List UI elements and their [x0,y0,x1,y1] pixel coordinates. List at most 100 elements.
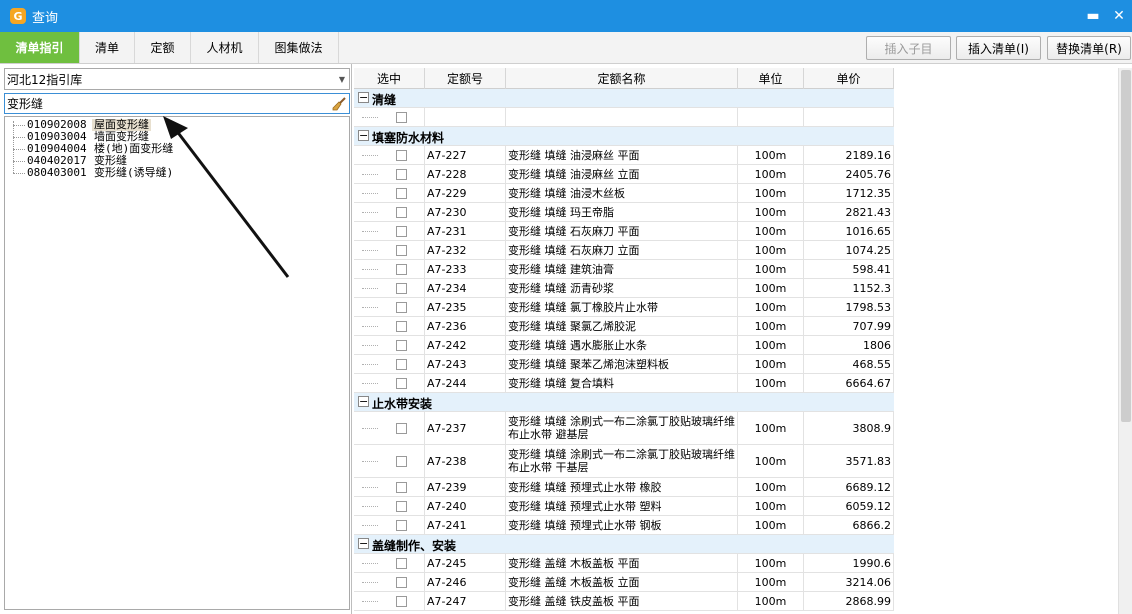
unit-cell [738,108,804,126]
row-checkbox[interactable] [396,320,407,332]
table-row[interactable]: A7-232 变形缝 填缝 石灰麻刀 立面 100m 1074.25 [354,241,894,260]
tab-quota[interactable]: 定额 [135,32,191,63]
broom-clear-icon[interactable] [331,96,347,112]
table-row[interactable]: A7-243 变形缝 填缝 聚苯乙烯泡沫塑料板 100m 468.55 [354,355,894,374]
table-row[interactable]: A7-241 变形缝 填缝 预埋式止水带 钢板 100m 6866.2 [354,516,894,535]
vertical-scrollbar[interactable] [1118,68,1132,614]
quota-name-cell: 变形缝 填缝 油浸麻丝 平面 [506,146,738,164]
table-row[interactable]: A7-246 变形缝 盖缝 木板盖板 立面 100m 3214.06 [354,573,894,592]
row-checkbox[interactable] [396,455,407,467]
unit-price-cell: 2189.16 [804,146,894,164]
quota-code-cell: A7-233 [425,260,506,278]
row-checkbox[interactable] [396,595,407,607]
row-checkbox[interactable] [396,168,407,180]
table-row[interactable]: A7-227 变形缝 填缝 油浸麻丝 平面 100m 2189.16 [354,146,894,165]
table-row[interactable]: A7-231 变形缝 填缝 石灰麻刀 平面 100m 1016.65 [354,222,894,241]
group-row[interactable]: − 盖缝制作、安装 [354,535,894,554]
table-row[interactable]: A7-229 变形缝 填缝 油浸木丝板 100m 1712.35 [354,184,894,203]
quota-name-cell: 变形缝 盖缝 木板盖板 平面 [506,554,738,572]
table-row[interactable]: A7-230 变形缝 填缝 玛王帝脂 100m 2821.43 [354,203,894,222]
table-row[interactable]: A7-239 变形缝 填缝 预埋式止水带 橡胶 100m 6689.12 [354,478,894,497]
unit-cell: 100m [738,516,804,534]
unit-price-cell: 6866.2 [804,516,894,534]
unit-cell: 100m [738,355,804,373]
group-row[interactable]: − 止水带安装 [354,393,894,412]
quota-name-cell: 变形缝 填缝 油浸麻丝 立面 [506,165,738,183]
scrollbar-thumb[interactable] [1121,70,1131,422]
table-row[interactable]: A7-228 变形缝 填缝 油浸麻丝 立面 100m 2405.76 [354,165,894,184]
tab-list[interactable]: 清单 [80,32,135,63]
replace-list-button[interactable]: 替换清单(R) [1047,36,1131,60]
row-checkbox[interactable] [396,377,407,389]
minimize-button[interactable]: ▬ [1080,0,1106,32]
select-cell [354,573,425,591]
table-row[interactable]: A7-242 变形缝 填缝 遇水膨胀止水条 100m 1806 [354,336,894,355]
row-checkbox[interactable] [396,576,407,588]
collapse-toggle-icon[interactable]: − [358,130,369,141]
column-header-price[interactable]: 单价 [804,68,894,89]
row-checkbox[interactable] [396,500,407,512]
tab-labor-material-machine[interactable]: 人材机 [191,32,259,63]
tab-list-guide[interactable]: 清单指引 [0,32,80,63]
table-row[interactable]: A7-244 变形缝 填缝 复合填料 100m 6664.67 [354,374,894,393]
row-checkbox[interactable] [396,111,407,123]
row-checkbox[interactable] [396,206,407,218]
collapse-toggle-icon[interactable]: − [358,92,369,103]
tree-branch [362,326,378,327]
column-header-name[interactable]: 定额名称 [506,68,738,89]
quota-name-cell: 变形缝 盖缝 铁皮盖板 平面 [506,592,738,610]
tree-item[interactable]: 080403001 变形缝(诱导缝) [5,167,335,179]
row-checkbox[interactable] [396,358,407,370]
unit-price-cell: 707.99 [804,317,894,335]
quota-code-cell: A7-239 [425,478,506,496]
row-checkbox[interactable] [396,263,407,275]
quota-name-cell: 变形缝 填缝 沥青砂浆 [506,279,738,297]
column-header-unit[interactable]: 单位 [738,68,804,89]
row-checkbox[interactable] [396,301,407,313]
table-row[interactable]: A7-235 变形缝 填缝 氯丁橡胶片止水带 100m 1798.53 [354,298,894,317]
tree-branch [362,193,378,194]
unit-cell: 100m [738,573,804,591]
row-checkbox[interactable] [396,187,407,199]
row-checkbox[interactable] [396,282,407,294]
row-checkbox[interactable] [396,339,407,351]
row-checkbox[interactable] [396,519,407,531]
group-row[interactable]: − 填塞防水材料 [354,127,894,146]
quota-name-cell: 变形缝 填缝 预埋式止水带 橡胶 [506,478,738,496]
search-input[interactable]: 变形缝 [4,93,350,114]
chevron-down-icon[interactable]: ▼ [335,75,349,84]
table-row[interactable]: A7-245 变形缝 盖缝 木板盖板 平面 100m 1990.6 [354,554,894,573]
table-row[interactable] [354,108,894,127]
tab-atlas-method[interactable]: 图集做法 [259,32,339,63]
quota-code-cell: A7-243 [425,355,506,373]
insert-child-button[interactable]: 插入子目 [866,36,951,60]
collapse-toggle-icon[interactable]: − [358,538,369,549]
table-row[interactable]: A7-247 变形缝 盖缝 铁皮盖板 平面 100m 2868.99 [354,592,894,611]
unit-price-cell: 3571.83 [804,445,894,477]
insert-list-button[interactable]: 插入清单(I) [956,36,1041,60]
tree-branch [13,137,25,138]
group-row[interactable]: − 清缝 [354,89,894,108]
row-checkbox[interactable] [396,149,407,161]
row-checkbox[interactable] [396,481,407,493]
table-row[interactable]: A7-237 变形缝 填缝 涂刷式一布二涂氯丁胶贴玻璃纤维布止水带 避基层 100m… [354,412,894,445]
unit-cell: 100m [738,317,804,335]
table-row[interactable]: A7-240 变形缝 填缝 预埋式止水带 塑料 100m 6059.12 [354,497,894,516]
row-checkbox[interactable] [396,422,407,434]
table-row[interactable]: A7-233 变形缝 填缝 建筑油膏 100m 598.41 [354,260,894,279]
row-checkbox[interactable] [396,244,407,256]
table-row[interactable]: A7-238 变形缝 填缝 涂刷式一布二涂氯丁胶贴玻璃纤维布止水带 干基层 100m… [354,445,894,478]
quota-grid-panel: 选中 定额号 定额名称 单位 单价 − 清缝 − 填塞防水材料 A7-227 变形缝 填缝… [354,68,1132,614]
row-checkbox[interactable] [396,557,407,569]
table-row[interactable]: A7-236 变形缝 填缝 聚氯乙烯胶泥 100m 707.99 [354,317,894,336]
tree-branch [362,117,378,118]
column-header-select[interactable]: 选中 [354,68,425,89]
close-button[interactable]: ✕ [1106,0,1132,32]
column-header-code[interactable]: 定额号 [425,68,506,89]
library-select[interactable]: 河北12指引库 ▼ [4,68,350,90]
table-row[interactable]: A7-234 变形缝 填缝 沥青砂浆 100m 1152.3 [354,279,894,298]
collapse-toggle-icon[interactable]: − [358,396,369,407]
tree-branch [362,250,378,251]
row-checkbox[interactable] [396,225,407,237]
quota-code-cell: A7-236 [425,317,506,335]
